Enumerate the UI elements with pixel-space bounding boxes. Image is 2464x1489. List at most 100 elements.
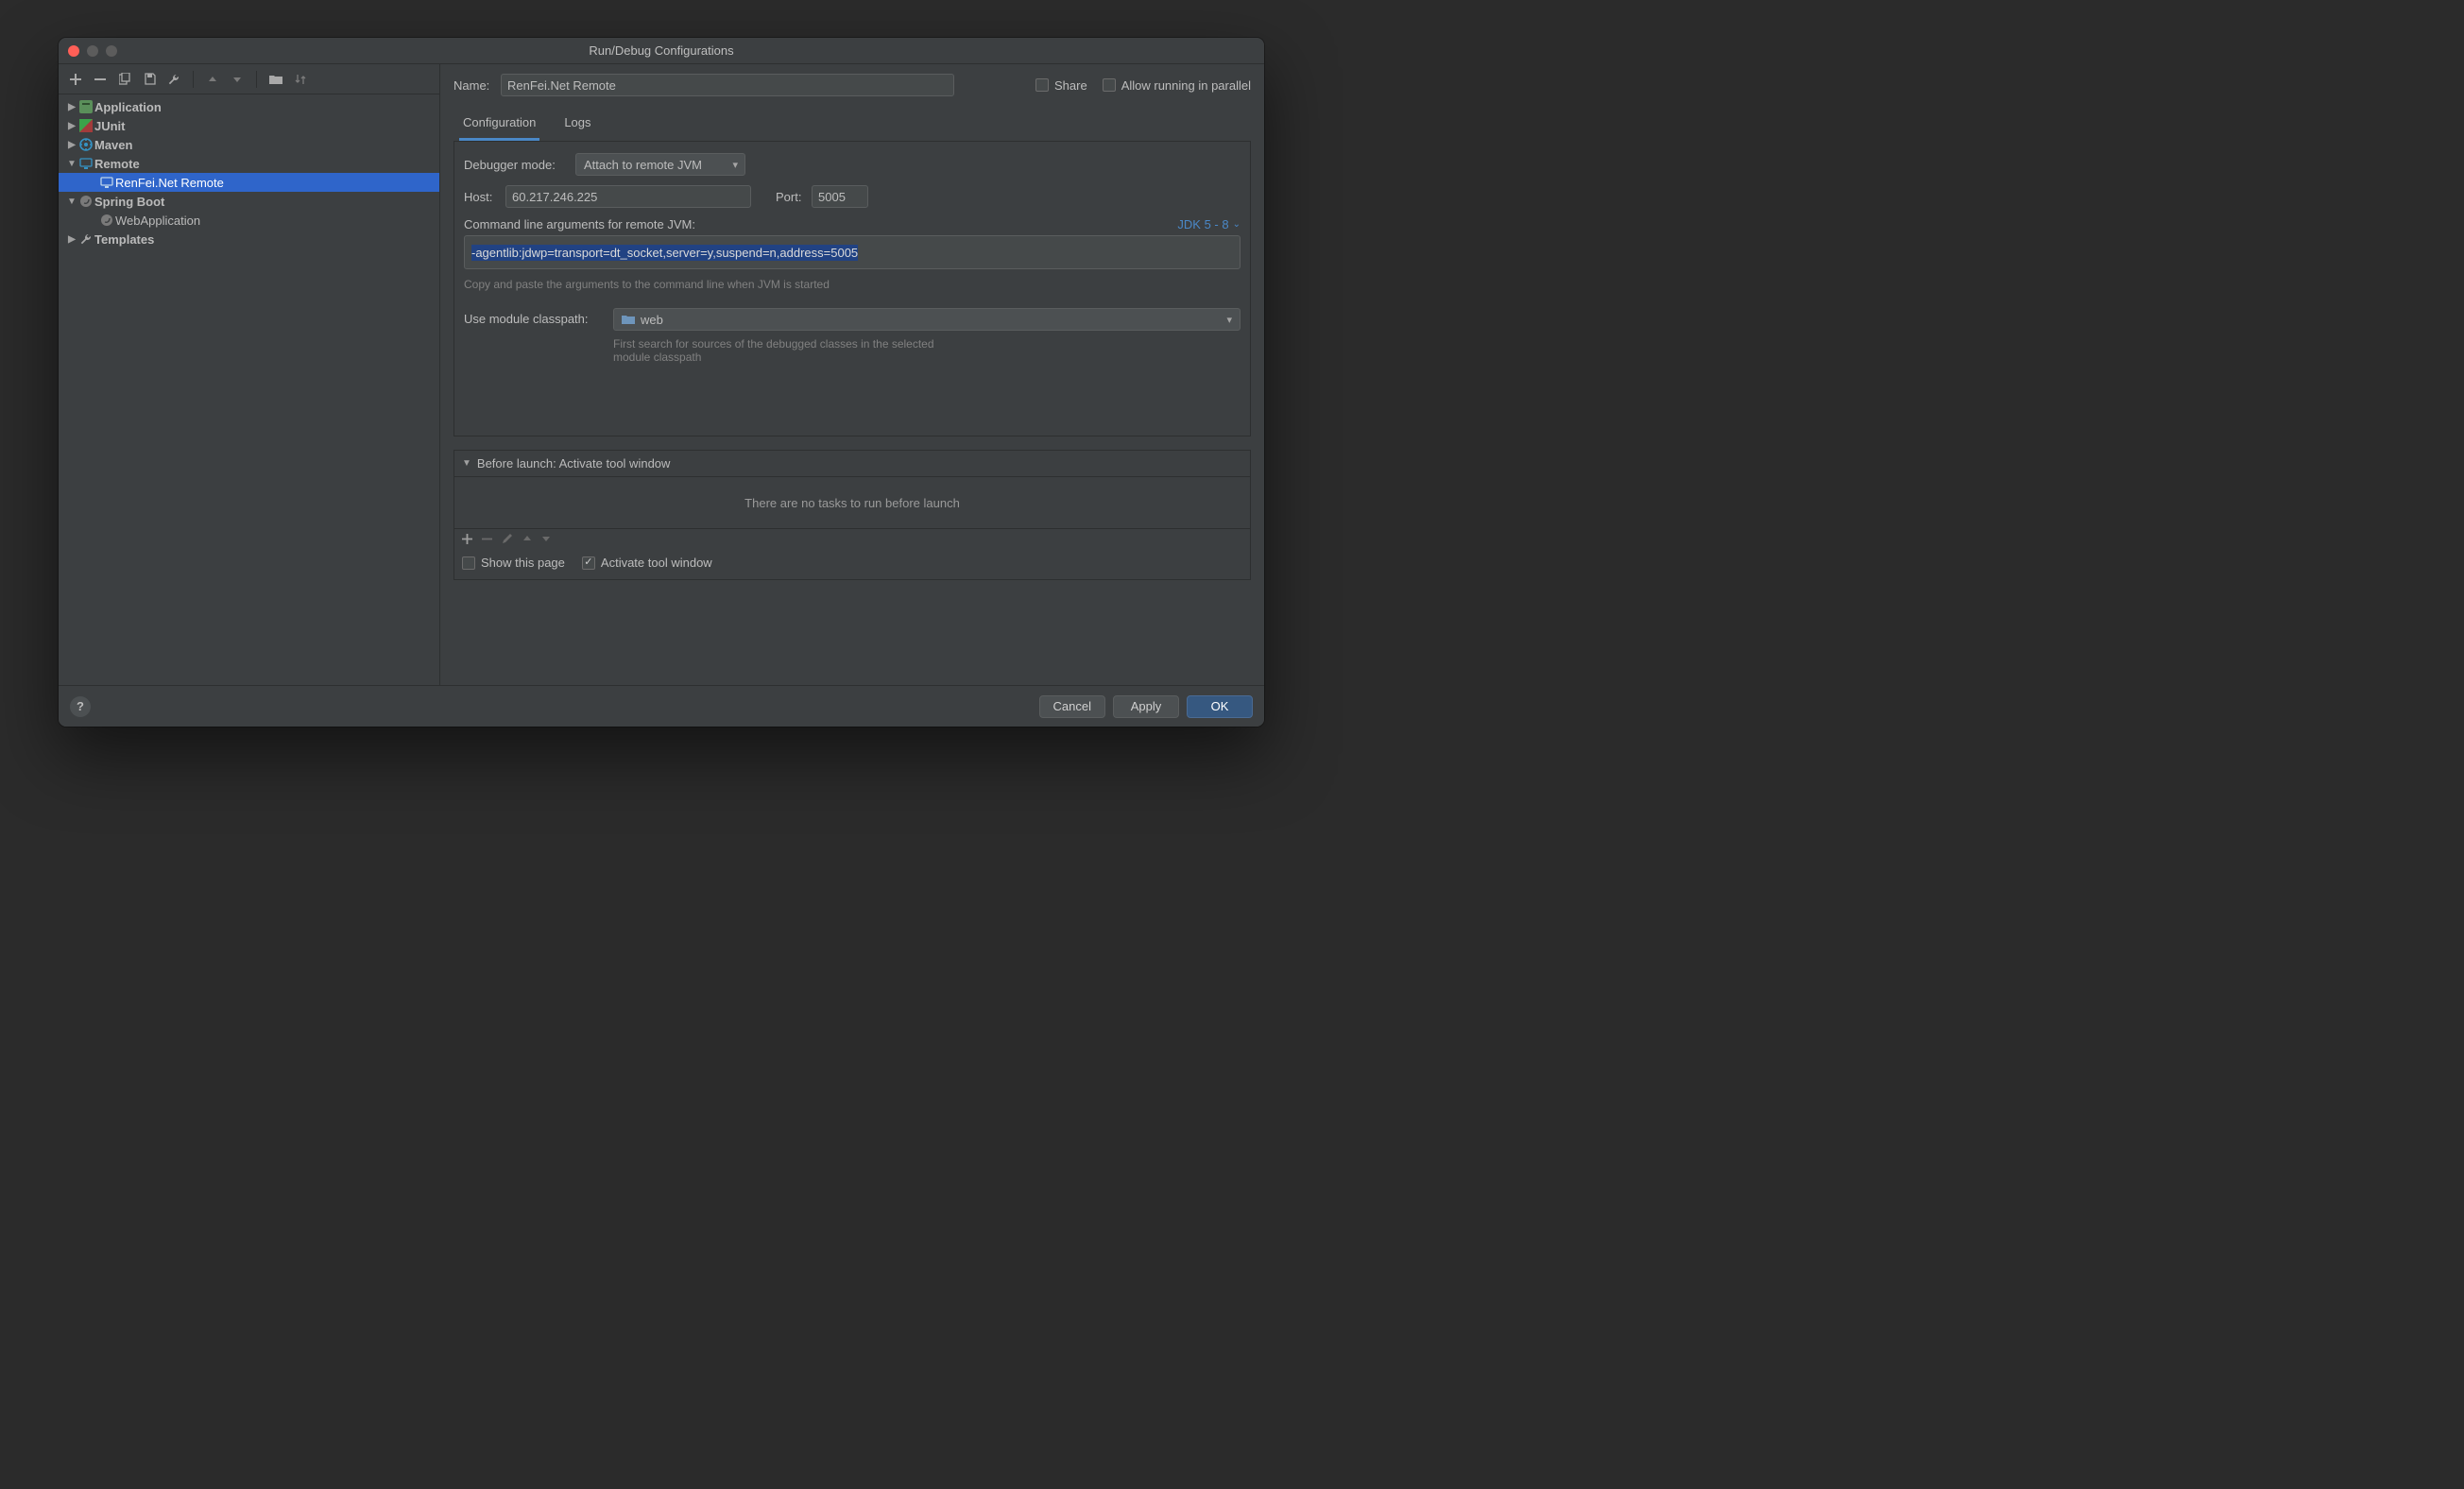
tree-node-templates[interactable]: ▶ Templates [59, 230, 439, 248]
before-launch-toolbar [454, 528, 1250, 548]
remote-icon [77, 157, 94, 170]
maven-icon [77, 138, 94, 151]
spring-icon [98, 214, 115, 227]
remote-icon [98, 176, 115, 189]
tree-label: JUnit [94, 119, 126, 133]
help-button[interactable]: ? [70, 696, 91, 717]
chevron-down-icon: ▼ [66, 159, 77, 169]
tree-node-maven[interactable]: ▶ Maven [59, 135, 439, 154]
checkbox-checked-icon [582, 556, 595, 570]
wrench-icon[interactable] [166, 72, 181, 87]
tree-label: Spring Boot [94, 195, 164, 209]
sort-icon[interactable] [293, 72, 308, 87]
tree-node-application[interactable]: ▶ Application [59, 97, 439, 116]
before-launch-header[interactable]: ▼ Before launch: Activate tool window [454, 451, 1250, 477]
jdk-version-value: JDK 5 - 8 [1177, 217, 1228, 231]
name-input[interactable] [501, 74, 954, 96]
save-icon[interactable] [142, 72, 157, 87]
debugger-mode-value: Attach to remote JVM [584, 158, 702, 172]
sidebar-toolbar [59, 64, 439, 94]
chevron-right-icon: ▶ [66, 102, 77, 112]
module-value: web [641, 313, 663, 327]
chevron-down-icon: ▼ [462, 458, 471, 469]
before-launch-title: Before launch: Activate tool window [477, 456, 671, 471]
folder-icon [622, 314, 635, 325]
module-classpath-select[interactable]: web ▾ [613, 308, 1241, 331]
spring-icon [77, 195, 94, 208]
run-debug-configurations-dialog: Run/Debug Configurations ▶ [59, 38, 1264, 727]
show-this-page-checkbox[interactable]: Show this page [462, 556, 565, 570]
move-up-icon[interactable] [522, 534, 532, 543]
tree-label: Maven [94, 138, 132, 152]
jdk-version-link[interactable]: JDK 5 - 8 ⌄ [1177, 217, 1241, 231]
name-label: Name: [453, 78, 501, 93]
cmdline-label: Command line arguments for remote JVM: [464, 217, 695, 231]
before-launch-empty-text: There are no tasks to run before launch [744, 496, 960, 510]
module-hint-line1: First search for sources of the debugged… [613, 337, 1241, 351]
chevron-down-icon: ⌄ [1233, 219, 1241, 230]
junit-icon [77, 119, 94, 132]
move-up-icon[interactable] [205, 72, 220, 87]
chevron-down-icon: ▼ [66, 197, 77, 207]
cmdline-args-field[interactable]: -agentlib:jdwp=transport=dt_socket,serve… [464, 235, 1241, 269]
tree-label: Application [94, 100, 162, 114]
add-icon[interactable] [68, 72, 83, 87]
move-down-icon[interactable] [230, 72, 245, 87]
wrench-icon [77, 232, 94, 246]
folder-icon[interactable] [268, 72, 283, 87]
debugger-mode-select[interactable]: Attach to remote JVM [575, 153, 745, 176]
tree-node-webapplication[interactable]: WebApplication [59, 211, 439, 230]
copy-icon[interactable] [117, 72, 132, 87]
titlebar: Run/Debug Configurations [59, 38, 1264, 64]
tree-node-junit[interactable]: ▶ JUnit [59, 116, 439, 135]
allow-parallel-label: Allow running in parallel [1121, 78, 1251, 93]
before-launch-section: ▼ Before launch: Activate tool window Th… [453, 450, 1251, 580]
share-checkbox[interactable]: Share [1035, 78, 1087, 93]
window-title: Run/Debug Configurations [59, 43, 1264, 58]
activate-tool-window-label: Activate tool window [601, 556, 712, 570]
ok-button[interactable]: OK [1187, 695, 1253, 718]
checkbox-icon [462, 556, 475, 570]
tree-node-springboot[interactable]: ▼ Spring Boot [59, 192, 439, 211]
before-launch-task-list: There are no tasks to run before launch [454, 477, 1250, 528]
activate-tool-window-checkbox[interactable]: Activate tool window [582, 556, 712, 570]
apply-button[interactable]: Apply [1113, 695, 1179, 718]
add-icon[interactable] [462, 534, 472, 544]
chevron-down-icon: ▾ [1226, 314, 1232, 326]
tab-configuration[interactable]: Configuration [459, 108, 539, 141]
tree-label: Templates [94, 232, 154, 247]
chevron-right-icon: ▶ [66, 234, 77, 245]
tree-label: WebApplication [115, 214, 200, 228]
chevron-right-icon: ▶ [66, 140, 77, 150]
tree-label: Remote [94, 157, 140, 171]
chevron-right-icon: ▶ [66, 121, 77, 131]
host-input[interactable] [505, 185, 751, 208]
cancel-button[interactable]: Cancel [1039, 695, 1105, 718]
allow-parallel-checkbox[interactable]: Allow running in parallel [1103, 78, 1251, 93]
edit-icon[interactable] [502, 533, 513, 544]
tab-bar: Configuration Logs [453, 108, 1251, 142]
configuration-panel: Debugger mode: Attach to remote JVM Host… [453, 142, 1251, 436]
port-input[interactable] [812, 185, 868, 208]
application-icon [77, 100, 94, 113]
configurations-tree[interactable]: ▶ Application ▶ JUnit ▶ Maven ▼ [59, 94, 439, 685]
share-label: Share [1054, 78, 1087, 93]
move-down-icon[interactable] [541, 534, 551, 543]
main-panel: Name: Share Allow running in parallel Co… [440, 64, 1264, 685]
show-this-page-label: Show this page [481, 556, 565, 570]
port-label: Port: [776, 190, 812, 204]
cmdline-args-value: -agentlib:jdwp=transport=dt_socket,serve… [471, 245, 858, 261]
remove-icon[interactable] [93, 72, 108, 87]
checkbox-icon [1035, 78, 1049, 92]
tree-node-remote[interactable]: ▼ Remote [59, 154, 439, 173]
module-classpath-label: Use module classpath: [464, 308, 613, 326]
remove-icon[interactable] [482, 534, 492, 544]
cmdline-hint: Copy and paste the arguments to the comm… [464, 278, 1241, 291]
dialog-footer: ? Cancel Apply OK [59, 685, 1264, 727]
tab-logs[interactable]: Logs [560, 108, 594, 141]
debugger-mode-label: Debugger mode: [464, 158, 575, 172]
module-hint-line2: module classpath [613, 351, 1241, 364]
checkbox-icon [1103, 78, 1116, 92]
tree-node-remote-renfei[interactable]: RenFei.Net Remote [59, 173, 439, 192]
tree-label: RenFei.Net Remote [115, 176, 224, 190]
